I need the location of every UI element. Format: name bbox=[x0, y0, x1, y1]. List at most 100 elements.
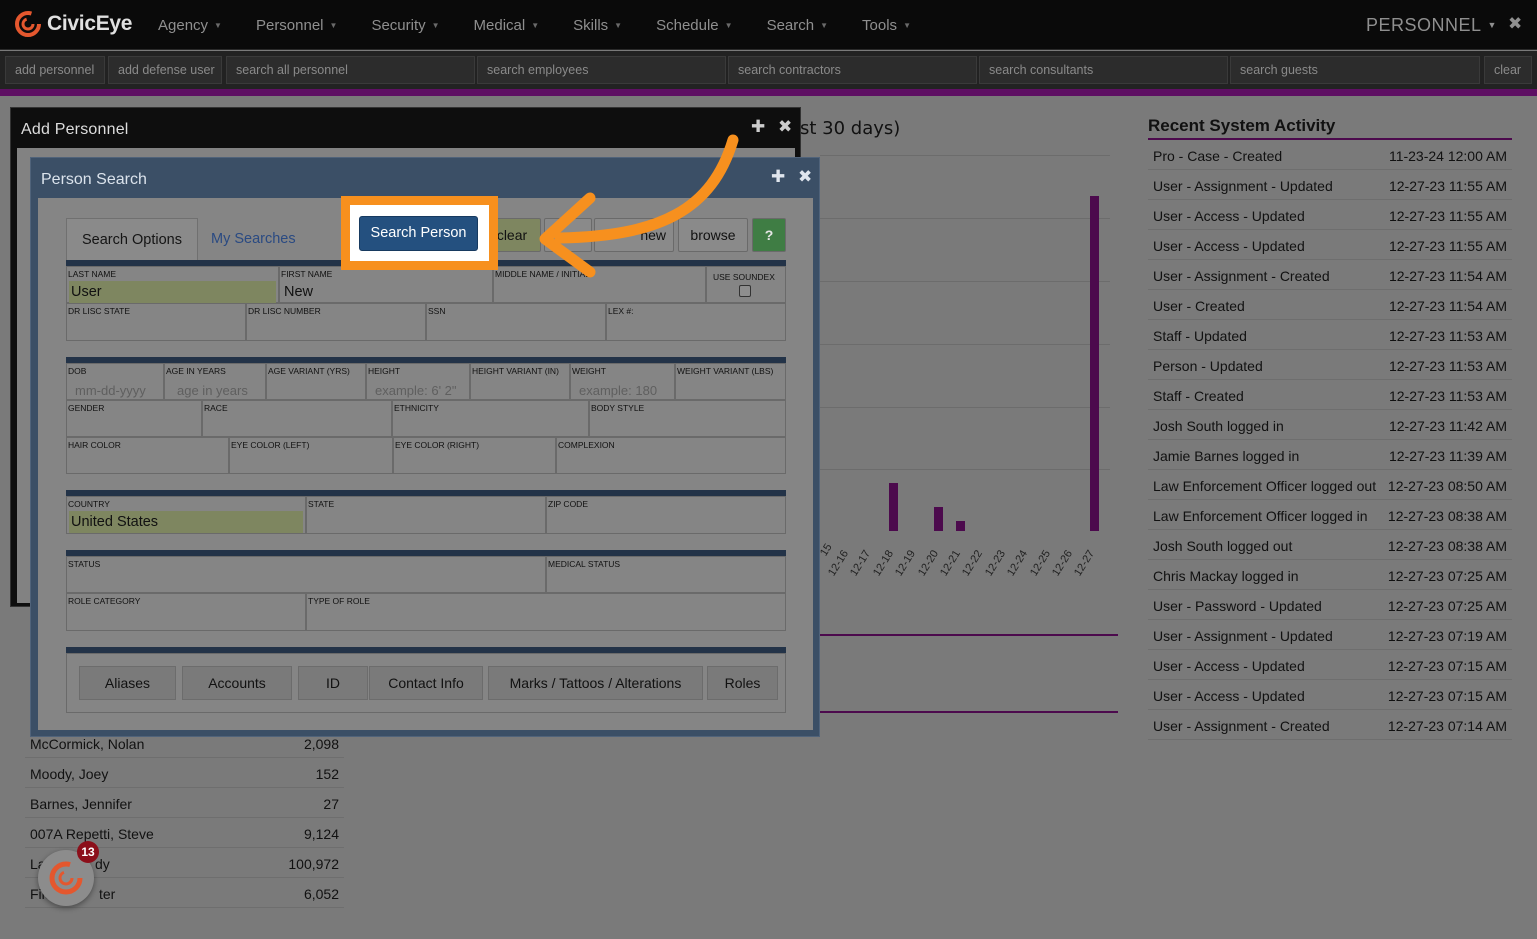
window-body: Search Options My Searches clear new bro… bbox=[38, 198, 813, 730]
race-field[interactable]: RACE bbox=[202, 400, 392, 437]
age-variant-field[interactable]: AGE VARIANT (YRS) bbox=[266, 363, 366, 400]
use-soundex-checkbox[interactable] bbox=[739, 285, 751, 297]
middle-name-field[interactable]: MIDDLE NAME / INITIAL bbox=[493, 266, 706, 303]
menu-label: Agency bbox=[158, 16, 209, 34]
activity-row: Law Enforcement Officer logged out 12-27-… bbox=[1148, 470, 1512, 500]
medical-status-field[interactable]: MEDICAL STATUS bbox=[546, 556, 786, 593]
id-button[interactable]: ID bbox=[298, 666, 368, 700]
field-label: WEIGHT VARIANT (LBS) bbox=[677, 366, 774, 376]
close-icon[interactable]: ✖ bbox=[798, 167, 812, 186]
list-item[interactable]: 007A Repetti, Steve 9,124 bbox=[25, 818, 344, 848]
search-contractors-input[interactable]: search contractors bbox=[728, 56, 977, 84]
menu-schedule[interactable]: Schedule ▼ bbox=[656, 17, 732, 34]
aliases-button[interactable]: Aliases bbox=[79, 666, 176, 700]
activity-time: 12-27-23 11:53 AM bbox=[1388, 388, 1507, 404]
menu-personnel[interactable]: Personnel ▼ bbox=[256, 17, 337, 34]
menu-medical[interactable]: Medical ▼ bbox=[474, 17, 540, 34]
new-button[interactable]: new bbox=[594, 218, 674, 252]
plus-icon[interactable]: ✚ bbox=[771, 167, 785, 186]
first-name-field[interactable]: FIRST NAME New bbox=[279, 266, 493, 303]
age-years-field[interactable]: AGE IN YEARS age in years bbox=[164, 363, 266, 400]
field-placeholder: mm-dd-yyyy bbox=[75, 383, 146, 398]
menu-agency[interactable]: Agency ▼ bbox=[158, 17, 222, 34]
list-item-value: 6,052 bbox=[303, 886, 339, 902]
add-personnel-button[interactable]: add personnel bbox=[5, 56, 105, 84]
gridline bbox=[820, 155, 1110, 156]
activity-event: Josh South logged in bbox=[1153, 418, 1284, 434]
ethnicity-field[interactable]: ETHNICITY bbox=[392, 400, 589, 437]
new-button[interactable] bbox=[544, 218, 592, 252]
gridline bbox=[820, 218, 1110, 219]
field-label: SSN bbox=[428, 306, 446, 316]
search-consultants-input[interactable]: search consultants bbox=[979, 56, 1228, 84]
caret-down-icon: ▼ bbox=[431, 20, 440, 30]
field-label: LEX #: bbox=[608, 306, 634, 316]
zip-code-field[interactable]: ZIP CODE bbox=[546, 496, 786, 534]
activity-time: 12-27-23 08:50 AM bbox=[1387, 478, 1507, 494]
list-item[interactable]: Moody, Joey 152 bbox=[25, 758, 344, 788]
search-person-button[interactable]: Search Person bbox=[359, 216, 478, 251]
accent-divider bbox=[0, 89, 1537, 96]
state-field[interactable]: STATE bbox=[306, 496, 546, 534]
chart-tick-label: 12-26 bbox=[1050, 548, 1076, 579]
dr-lisc-state-field[interactable]: DR LISC STATE bbox=[66, 303, 246, 341]
list-item[interactable]: Barnes, Jennifer 27 bbox=[25, 788, 344, 818]
chart-tick-label: 12-27 bbox=[1072, 548, 1098, 579]
activity-row: Josh South logged in 12-27-23 11:42 AM bbox=[1148, 410, 1512, 440]
marks-tattoos-button[interactable]: Marks / Tattoos / Alterations bbox=[488, 666, 703, 700]
weight-field[interactable]: WEIGHT example: 180 bbox=[570, 363, 675, 400]
complexion-field[interactable]: COMPLEXION bbox=[556, 437, 786, 474]
height-variant-field[interactable]: HEIGHT VARIANT (IN) bbox=[470, 363, 570, 400]
help-button[interactable]: ? bbox=[752, 218, 786, 252]
ssn-field[interactable]: SSN bbox=[426, 303, 606, 341]
menu-tools[interactable]: Tools ▼ bbox=[862, 17, 911, 34]
lex-field[interactable]: LEX #: bbox=[606, 303, 786, 341]
close-icon[interactable]: ✖ bbox=[1508, 14, 1522, 34]
browse-button[interactable]: browse bbox=[678, 218, 748, 252]
activity-row: Staff - Updated 12-27-23 11:53 AM bbox=[1148, 320, 1512, 350]
menu-security[interactable]: Security ▼ bbox=[371, 17, 439, 34]
add-defense-user-button[interactable]: add defense user bbox=[108, 56, 222, 84]
menu-label: Medical bbox=[473, 16, 526, 34]
chart-tick-label: 12-19 bbox=[893, 548, 919, 579]
activity-row: Josh South logged out 12-27-23 08:38 AM bbox=[1148, 530, 1512, 560]
field-label: GENDER bbox=[68, 403, 105, 413]
height-field[interactable]: HEIGHT example: 6' 2" bbox=[366, 363, 470, 400]
eye-color-left-field[interactable]: EYE COLOR (LEFT) bbox=[229, 437, 393, 474]
eye-color-right-field[interactable]: EYE COLOR (RIGHT) bbox=[393, 437, 556, 474]
status-field[interactable]: STATUS bbox=[66, 556, 546, 593]
body-style-field[interactable]: BODY STYLE bbox=[589, 400, 786, 437]
weight-variant-field[interactable]: WEIGHT VARIANT (LBS) bbox=[675, 363, 786, 400]
detail-buttons: Aliases Accounts ID Contact Info Marks /… bbox=[66, 653, 786, 713]
close-icon[interactable]: ✖ bbox=[778, 117, 792, 136]
activity-row: User - Assignment - Updated 12-27-23 07:1… bbox=[1148, 620, 1512, 650]
caret-down-icon: ▼ bbox=[1487, 20, 1497, 30]
gridline bbox=[820, 407, 1110, 408]
activity-event: User - Assignment - Created bbox=[1153, 268, 1330, 284]
hair-color-field[interactable]: HAIR COLOR bbox=[66, 437, 229, 474]
app-logo[interactable]: CivicEye bbox=[15, 11, 132, 37]
menu-search[interactable]: Search ▼ bbox=[767, 17, 828, 34]
field-label: DR LISC STATE bbox=[68, 306, 131, 316]
tab-my-searches[interactable]: My Searches bbox=[196, 218, 311, 262]
menu-label: Personnel bbox=[255, 16, 324, 34]
dr-lisc-number-field[interactable]: DR LISC NUMBER bbox=[246, 303, 426, 341]
plus-icon[interactable]: ✚ bbox=[751, 117, 765, 136]
search-guests-input[interactable]: search guests bbox=[1230, 56, 1480, 84]
country-field[interactable]: COUNTRY United States bbox=[66, 496, 306, 534]
search-all-personnel-input[interactable]: search all personnel bbox=[226, 56, 475, 84]
gender-field[interactable]: GENDER bbox=[66, 400, 202, 437]
last-name-field[interactable]: LAST NAME User bbox=[66, 266, 279, 303]
type-of-role-field[interactable]: TYPE OF ROLE bbox=[306, 593, 786, 631]
dob-field[interactable]: DOB mm-dd-yyyy bbox=[66, 363, 164, 400]
section-dropdown[interactable]: PERSONNEL ▼ bbox=[1366, 15, 1497, 36]
menu-skills[interactable]: Skills ▼ bbox=[573, 17, 622, 34]
search-employees-input[interactable]: search employees bbox=[477, 56, 726, 84]
clear-button[interactable]: clear bbox=[1484, 56, 1532, 84]
tab-search-options[interactable]: Search Options bbox=[66, 218, 198, 262]
field-label: RACE bbox=[204, 403, 228, 413]
roles-button[interactable]: Roles bbox=[707, 666, 778, 700]
accounts-button[interactable]: Accounts bbox=[182, 666, 292, 700]
contact-info-button[interactable]: Contact Info bbox=[369, 666, 483, 700]
role-category-field[interactable]: ROLE CATEGORY bbox=[66, 593, 306, 631]
